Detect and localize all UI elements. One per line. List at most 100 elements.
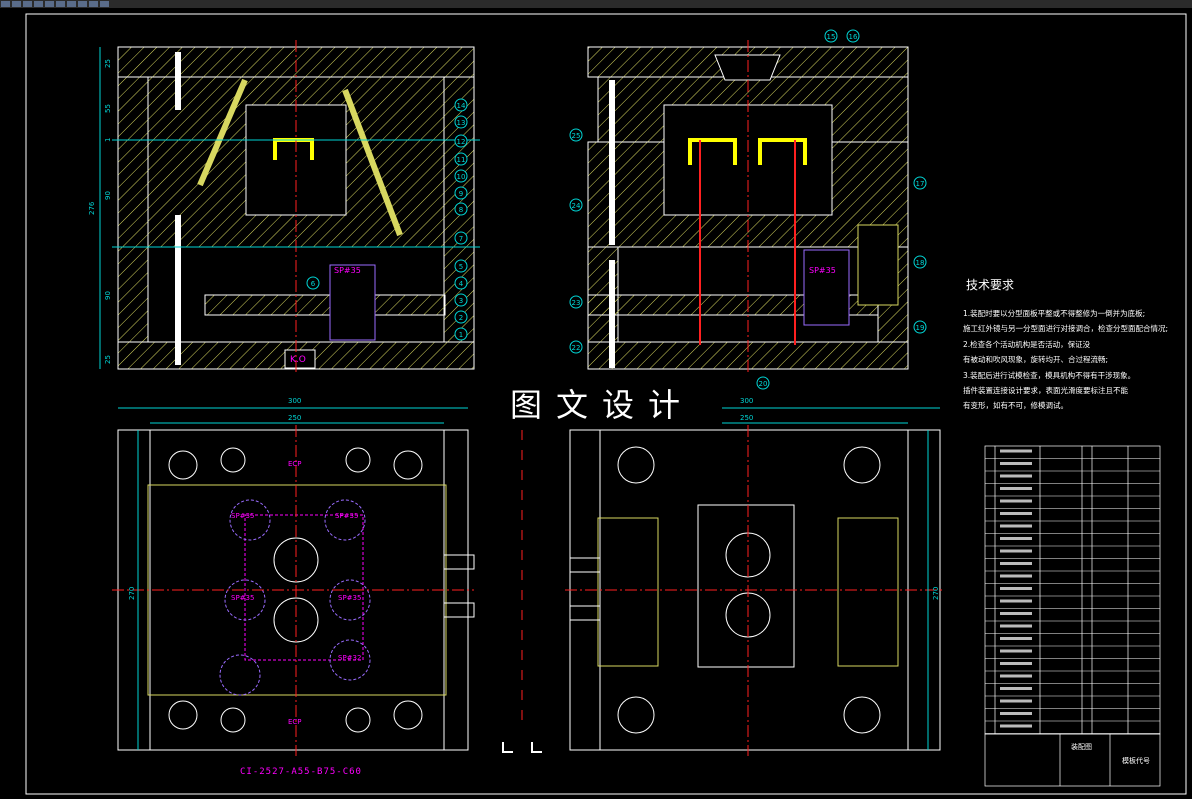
tech-note: 1.装配时要以分型面板平整或不得整修为一倒并为底板;: [963, 309, 1146, 318]
part-balloon: 9: [454, 186, 468, 200]
table-row-text-mark: [1000, 587, 1032, 590]
tech-requirements-notes: 1.装配时要以分型面板平整或不得整修为一倒并为底板; 施工红外镜与另一分型面进行…: [963, 306, 1169, 414]
toolbar-icon[interactable]: [67, 1, 76, 7]
part-balloon: 19: [913, 320, 927, 334]
dimension-label: 1: [104, 137, 112, 142]
part-balloon: 18: [913, 255, 927, 269]
dimension-label: 300: [288, 397, 302, 405]
part-balloon-number: 15: [827, 33, 836, 41]
tech-note: 插件装置连接设计要求，表面光滑度要标注且不能: [963, 386, 1128, 396]
part-balloon-number: 3: [459, 297, 463, 305]
cad-toolbar[interactable]: [0, 0, 1192, 8]
table-row-text-mark: [1000, 487, 1032, 490]
dimension-label: 25: [104, 59, 112, 68]
part-balloon: 24: [569, 198, 583, 212]
table-row-text-mark: [1000, 662, 1032, 665]
mold-designation: CI-2527-A55-B75-C60: [240, 767, 362, 777]
toolbar-icon[interactable]: [56, 1, 65, 7]
toolbar-icon[interactable]: [100, 1, 109, 7]
watermark: 图文设计: [482, 382, 722, 428]
part-balloon: 4: [454, 276, 468, 290]
plan-view-b: [565, 425, 945, 756]
ejector-label: ECP: [288, 460, 302, 468]
dimension-label: 276: [88, 201, 96, 215]
toolbar-icon[interactable]: [45, 1, 54, 7]
tech-note: 施工红外镜与另一分型面进行对接调合，检查分型面配合情况;: [963, 324, 1169, 334]
tech-requirements-title: 技术要求: [966, 278, 1015, 292]
table-row-text-mark: [1000, 599, 1032, 603]
spring-label: SP#35: [334, 266, 361, 275]
title-block-cell: 装配图: [1071, 743, 1092, 751]
toolbar-icon[interactable]: [12, 1, 21, 7]
section-view-a: [112, 40, 480, 372]
table-row-text-mark: [1000, 699, 1032, 703]
toolbar-icon[interactable]: [23, 1, 32, 7]
table-row-text-mark: [1000, 612, 1032, 615]
part-balloon: 2: [454, 310, 468, 324]
spring-label: SP#35: [809, 266, 836, 275]
tech-note: 有变形，如有不可，修模调试。: [963, 401, 1068, 411]
dimension-label: 90: [104, 191, 112, 200]
spring-label: SP#35: [231, 512, 255, 520]
part-balloon-number: 5: [459, 263, 463, 271]
part-balloon: 8: [454, 202, 468, 216]
part-balloon-number: 25: [572, 132, 581, 140]
table-row-text-mark: [1000, 724, 1032, 728]
table-row-text-mark: [1000, 549, 1032, 553]
part-balloon-number: 4: [459, 280, 464, 288]
part-balloon: 1: [454, 327, 468, 341]
part-balloon: 16: [846, 29, 860, 43]
part-balloon: 14: [454, 98, 468, 112]
table-row-text-mark: [1000, 712, 1032, 715]
table-row-text-mark: [1000, 537, 1032, 540]
toolbar-icon[interactable]: [89, 1, 98, 7]
table-row-text-mark: [1000, 499, 1032, 503]
dimension-label: 90: [104, 291, 112, 300]
parts-list-rows: [985, 449, 1160, 734]
part-balloon: 15: [824, 29, 838, 43]
part-balloon-number: 8: [459, 206, 463, 214]
part-balloon-number: 16: [849, 33, 858, 41]
part-balloon-number: 7: [459, 235, 463, 243]
dimension-label: 250: [288, 414, 302, 422]
part-balloon-number: 1: [459, 331, 463, 339]
part-balloon: 12: [454, 134, 468, 148]
dimension-label: 250: [740, 414, 754, 422]
spring-label: SP#35: [338, 594, 362, 602]
table-row-text-mark: [1000, 474, 1032, 478]
part-balloon: 17: [913, 176, 927, 190]
part-balloon: 13: [454, 115, 468, 129]
toolbar-icon[interactable]: [1, 1, 10, 7]
part-balloon-number: 12: [457, 138, 466, 146]
spring-label: SP#32: [338, 654, 362, 662]
table-row-text-mark: [1000, 674, 1032, 678]
dimension-label: 300: [740, 397, 754, 405]
part-balloon-number: 24: [572, 202, 581, 210]
part-balloon-number: 19: [916, 324, 925, 332]
part-balloon-number: 2: [459, 314, 463, 322]
table-row-text-mark: [1000, 637, 1032, 640]
tech-note: 有被动和吹风现象，旋转均开、合过程流畅;: [963, 355, 1109, 365]
dimension-label: 270: [128, 586, 136, 600]
spring-label: SP#35: [335, 512, 359, 520]
table-row-text-mark: [1000, 562, 1032, 565]
part-balloon-number: 20: [759, 380, 768, 388]
part-balloon-number: 14: [457, 102, 466, 110]
table-row-text-mark: [1000, 524, 1032, 528]
part-balloon: 23: [569, 295, 583, 309]
title-block-cell: 模板代号: [1122, 757, 1150, 765]
table-row-text-mark: [1000, 512, 1032, 515]
knockout-label: K.O: [290, 355, 306, 365]
part-balloon: 10: [454, 169, 468, 183]
table-row-text-mark: [1000, 449, 1032, 453]
part-balloon: 22: [569, 340, 583, 354]
part-balloon-number: 22: [572, 344, 581, 352]
part-balloon-number: 17: [916, 180, 925, 188]
table-row-text-mark: [1000, 462, 1032, 465]
toolbar-icon[interactable]: [34, 1, 43, 7]
ejector-label: ECP: [288, 718, 302, 726]
toolbar-icon[interactable]: [78, 1, 87, 7]
part-balloon-number: 11: [457, 156, 466, 164]
spring-label: SP#35: [231, 594, 255, 602]
part-balloon: 25: [569, 128, 583, 142]
